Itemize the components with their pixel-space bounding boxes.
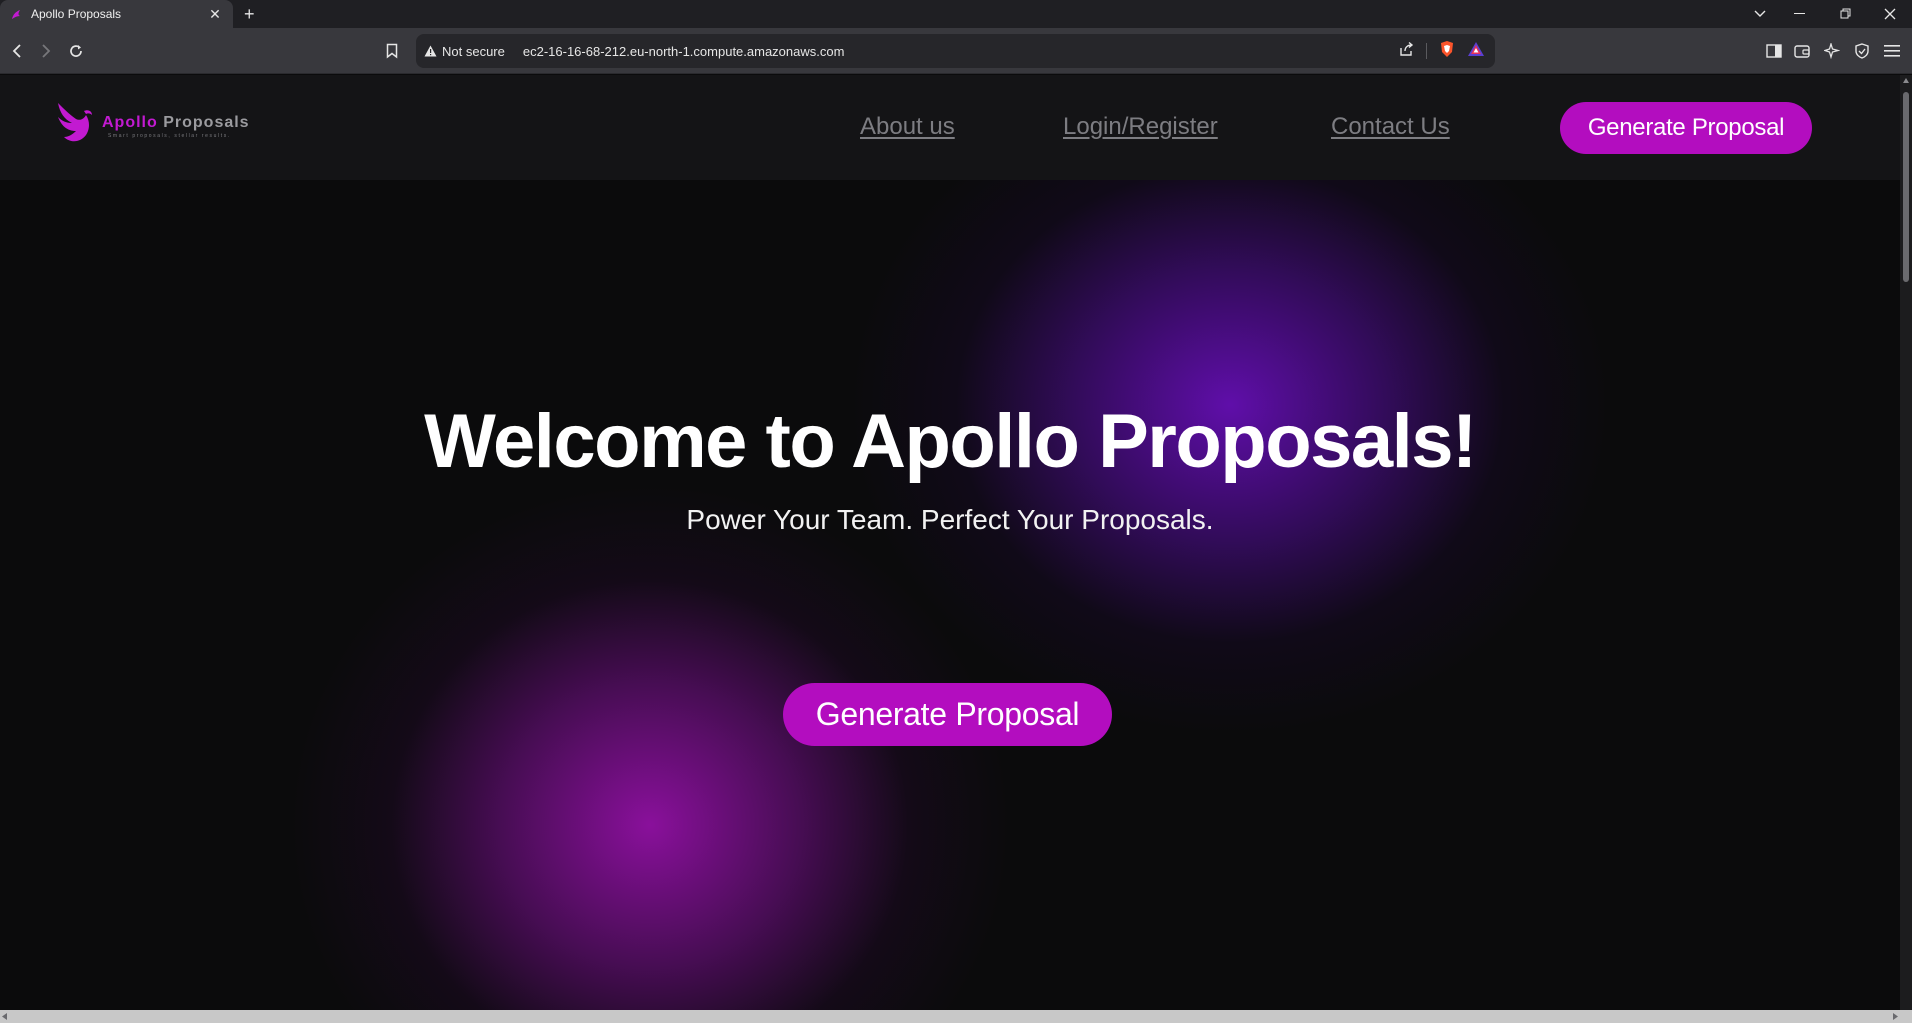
brave-shields-icon[interactable] [1439,40,1455,63]
browser-tab[interactable]: Apollo Proposals ✕ [0,0,233,28]
scroll-right-arrow-icon[interactable] [1893,1013,1898,1020]
brand-name-part1: Apollo [102,113,158,131]
hero-generate-proposal-button[interactable]: Generate Proposal [783,683,1112,746]
back-arrow-icon[interactable] [5,39,29,63]
logo-text: Apollo Proposals Smart proposals, stella… [102,113,250,139]
site-header: Apollo Proposals Smart proposals, stella… [0,75,1900,180]
hero-subtitle: Power Your Team. Perfect Your Proposals. [686,504,1214,535]
bookmark-icon[interactable] [380,39,404,63]
header-generate-proposal-button[interactable]: Generate Proposal [1560,102,1812,154]
brave-rewards-icon[interactable] [1467,41,1485,62]
hero-title: Welcome to Apollo Proposals! [424,399,1477,484]
forward-arrow-icon[interactable] [34,39,58,63]
horizontal-scrollbar[interactable] [0,1010,1912,1023]
leo-ai-icon[interactable] [1820,39,1844,63]
minimize-icon[interactable] [1778,0,1822,28]
nav-contact-us-link[interactable]: Contact Us [1331,113,1450,141]
nav-about-us-link[interactable]: About us [860,113,955,141]
menu-hamburger-icon[interactable] [1880,39,1904,63]
brand-name-part2: Proposals [163,113,250,131]
browser-toolbar: Not secure ec2-16-16-68-212.eu-north-1.c… [0,28,1912,74]
not-secure-label: Not secure [442,43,505,59]
restore-window-icon[interactable] [1824,0,1868,28]
brand-name: Apollo Proposals [102,113,250,131]
share-icon[interactable] [1398,41,1414,62]
scroll-up-arrow-icon[interactable] [1903,78,1909,83]
scroll-left-arrow-icon[interactable] [2,1013,7,1020]
reload-icon[interactable] [64,39,88,63]
tab-title: Apollo Proposals [31,7,122,21]
close-tab-icon[interactable]: ✕ [207,6,223,23]
apollo-favicon-icon [10,8,22,20]
vertical-scroll-thumb[interactable] [1903,92,1909,282]
wallet-icon[interactable] [1790,39,1814,63]
nav-login-register-link[interactable]: Login/Register [1063,113,1218,141]
url-text: ec2-16-16-68-212.eu-north-1.compute.amaz… [522,43,845,59]
sidebar-toggle-icon[interactable] [1762,39,1786,63]
page-viewport: Apollo Proposals Smart proposals, stella… [0,75,1900,1010]
brand-tagline: Smart proposals, stellar results. [108,132,231,139]
close-window-icon[interactable] [1868,0,1912,28]
new-tab-button[interactable]: + [244,4,255,24]
browser-tab-strip: Apollo Proposals ✕ + [0,0,1912,28]
vpn-shield-icon[interactable] [1850,39,1874,63]
warning-triangle-icon [424,45,437,57]
vertical-scrollbar[interactable] [1900,75,1912,1010]
address-bar[interactable]: Not secure ec2-16-16-68-212.eu-north-1.c… [416,34,1495,68]
phoenix-logo-icon [54,101,94,152]
tab-list-chevron-icon[interactable] [1738,0,1782,28]
site-logo[interactable]: Apollo Proposals Smart proposals, stella… [54,101,250,152]
security-indicator[interactable]: Not secure [424,44,505,59]
url-divider [1426,43,1427,59]
